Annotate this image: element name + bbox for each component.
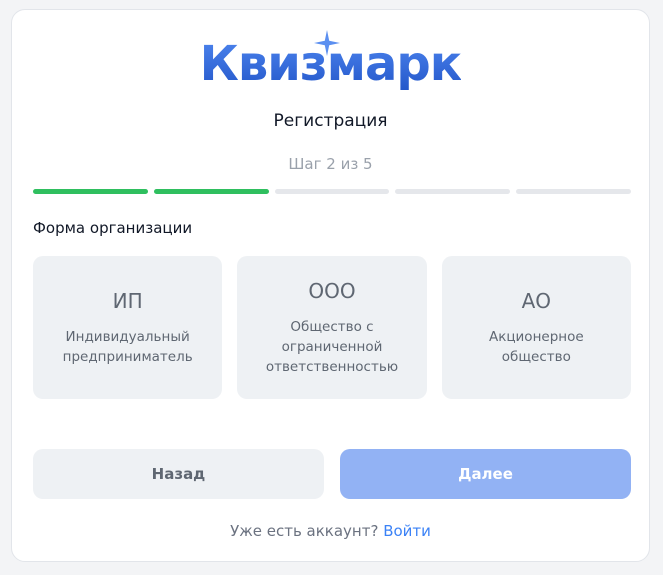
organization-form-options: ИП Индивидуальный предприниматель ООО Об… — [33, 256, 631, 399]
back-button[interactable]: Назад — [33, 449, 324, 499]
registration-card: Квизмарк Регистрация Шаг 2 из 5 Форма ор… — [11, 9, 650, 562]
login-link[interactable]: Войти — [383, 522, 431, 540]
progress-segment-5 — [516, 189, 631, 194]
progress-bar — [33, 189, 631, 194]
option-code: АО — [521, 288, 552, 313]
login-prompt: Уже есть аккаунт? Войти — [12, 522, 649, 540]
login-prompt-text: Уже есть аккаунт? — [230, 522, 379, 540]
option-code: ИП — [112, 288, 143, 313]
option-description: Акционерное общество — [488, 328, 584, 365]
section-label: Форма организации — [33, 219, 193, 237]
progress-segment-4 — [395, 189, 511, 194]
page-title: Регистрация — [273, 111, 388, 131]
progress-segment-1 — [33, 189, 148, 194]
option-ooo[interactable]: ООО Общество с ограниченной ответственно… — [237, 256, 427, 399]
option-ip[interactable]: ИП Индивидуальный предприниматель — [33, 256, 223, 399]
option-description: Индивидуальный предприниматель — [62, 328, 193, 365]
step-indicator: Шаг 2 из 5 — [288, 155, 373, 173]
next-button[interactable]: Далее — [340, 449, 631, 499]
option-code: ООО — [308, 278, 356, 303]
sparkle-icon — [314, 30, 340, 56]
option-description: Общество с ограниченной ответственностью — [265, 318, 399, 375]
progress-segment-3 — [274, 189, 390, 194]
option-ao[interactable]: АО Акционерное общество — [441, 256, 631, 399]
progress-segment-2 — [153, 189, 269, 194]
